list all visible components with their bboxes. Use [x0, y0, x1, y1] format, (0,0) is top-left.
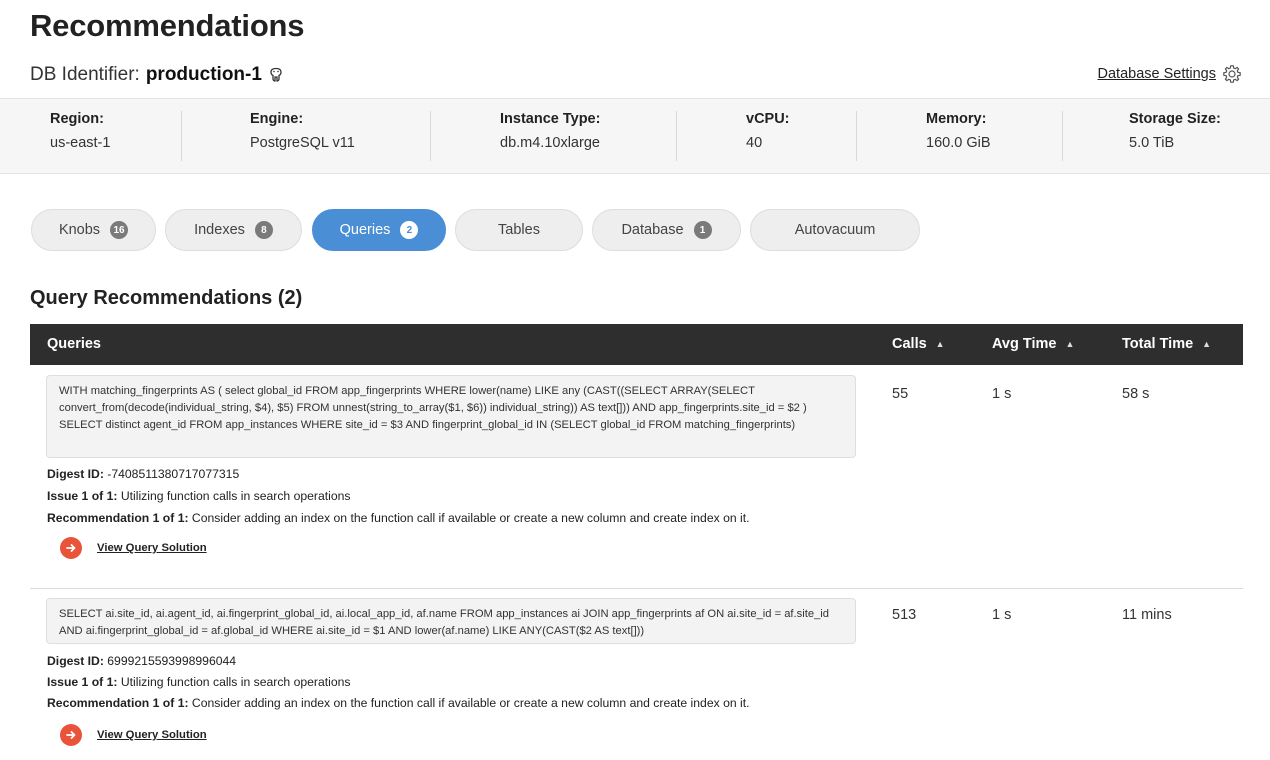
issue-value: Utilizing function calls in search opera… — [120, 489, 351, 503]
tab-indexes[interactable]: Indexes 8 — [165, 209, 302, 251]
tab-knobs[interactable]: Knobs 16 — [31, 209, 156, 251]
tab-label: Indexes — [194, 222, 245, 238]
query-text-box: SELECT ai.site_id, ai.agent_id, ai.finge… — [46, 598, 856, 644]
database-settings[interactable]: Database Settings — [1098, 64, 1243, 84]
column-header-queries: Queries — [47, 336, 101, 352]
digest-id-value: 6999215593998996044 — [107, 654, 237, 668]
tab-tables[interactable]: Tables — [455, 209, 583, 251]
column-header-calls[interactable]: Calls ▲ — [892, 336, 945, 352]
issue-label: Issue 1 of 1: — [47, 489, 118, 503]
view-query-solution-link[interactable]: View Query Solution — [97, 542, 207, 554]
info-value: 160.0 GiB — [926, 135, 991, 151]
calls-value: 55 — [892, 386, 909, 402]
tab-label: Database — [621, 222, 684, 238]
issue-text: Issue 1 of 1: Utilizing function calls i… — [47, 675, 351, 689]
tab-queries[interactable]: Queries 2 — [312, 209, 446, 251]
digest-id: Digest ID: -7408511380717077315 — [47, 467, 239, 481]
tab-database[interactable]: Database 1 — [592, 209, 741, 251]
column-header-avg-time[interactable]: Avg Time ▲ — [992, 336, 1074, 352]
db-identifier: DB Identifier: production-1 — [30, 64, 284, 86]
database-info-bar: Region: us-east-1 Engine: PostgreSQL v11… — [0, 98, 1270, 174]
count-badge: 2 — [400, 221, 419, 239]
info-divider — [676, 111, 677, 161]
gear-icon[interactable] — [1222, 64, 1242, 84]
total-time-value: 11 mins — [1122, 607, 1172, 623]
issue-text: Issue 1 of 1: Utilizing function calls i… — [47, 489, 351, 503]
database-settings-link[interactable]: Database Settings — [1098, 66, 1217, 82]
calls-value: 513 — [892, 607, 917, 623]
tab-autovacuum[interactable]: Autovacuum — [750, 209, 920, 251]
column-header-total-time[interactable]: Total Time ▲ — [1122, 336, 1211, 352]
recommendation-text: Recommendation 1 of 1: Consider adding a… — [47, 696, 750, 710]
table-row: WITH matching_fingerprints AS ( select g… — [30, 365, 1243, 588]
column-header-label: Avg Time — [992, 336, 1057, 352]
recommendation-text: Recommendation 1 of 1: Consider adding a… — [47, 511, 750, 525]
digest-id: Digest ID: 6999215593998996044 — [47, 654, 236, 668]
db-identifier-label: DB Identifier: — [30, 64, 140, 85]
info-value: 5.0 TiB — [1129, 135, 1175, 151]
sort-ascending-icon[interactable]: ▲ — [936, 339, 945, 349]
info-label: Storage Size: — [1129, 111, 1221, 127]
view-query-solution-link[interactable]: View Query Solution — [97, 729, 207, 741]
column-header-label: Queries — [47, 336, 101, 352]
info-label: Memory: — [926, 111, 987, 127]
section-title: Query Recommendations (2) — [30, 287, 303, 309]
info-divider — [856, 111, 857, 161]
sort-ascending-icon[interactable]: ▲ — [1065, 339, 1074, 349]
recommendation-value: Consider adding an index on the function… — [191, 696, 750, 710]
digest-id-value: -7408511380717077315 — [107, 467, 240, 481]
info-value: db.m4.10xlarge — [500, 135, 600, 151]
total-time-value: 58 s — [1122, 386, 1150, 402]
sort-ascending-icon[interactable]: ▲ — [1202, 339, 1211, 349]
recommendation-tabs: Knobs 16 Indexes 8 Queries 2 Tables Data… — [0, 209, 1270, 251]
tab-label: Autovacuum — [794, 222, 876, 238]
info-value: PostgreSQL v11 — [250, 135, 355, 151]
info-instance-type: Instance Type: db.m4.10xlarge — [500, 111, 600, 163]
arrow-right-circle-icon[interactable] — [60, 537, 82, 559]
table-header: Queries Calls ▲ Avg Time ▲ Total Time ▲ — [30, 324, 1243, 365]
recommendation-label: Recommendation 1 of 1: — [47, 696, 189, 710]
info-label: vCPU: — [746, 111, 790, 127]
issue-label: Issue 1 of 1: — [47, 675, 118, 689]
count-badge: 1 — [693, 221, 712, 239]
column-header-label: Total Time — [1122, 336, 1194, 352]
avg-time-value: 1 s — [992, 607, 1012, 623]
info-engine: Engine: PostgreSQL v11 — [250, 111, 355, 163]
issue-value: Utilizing function calls in search opera… — [120, 675, 351, 689]
table-row: SELECT ai.site_id, ai.agent_id, ai.finge… — [30, 589, 1243, 760]
info-value: 40 — [746, 135, 763, 151]
view-query-solution-button[interactable]: View Query Solution — [60, 724, 207, 746]
recommendation-value: Consider adding an index on the function… — [191, 511, 750, 525]
info-vcpu: vCPU: 40 — [746, 111, 790, 163]
column-header-label: Calls — [892, 336, 927, 352]
recommendation-label: Recommendation 1 of 1: — [47, 511, 189, 525]
count-badge: 8 — [254, 221, 273, 239]
page-title: Recommendations — [30, 8, 305, 43]
arrow-right-circle-icon[interactable] — [60, 724, 82, 746]
info-label: Instance Type: — [500, 111, 601, 127]
info-divider — [430, 111, 431, 161]
tab-label: Queries — [339, 222, 391, 238]
query-text-box: WITH matching_fingerprints AS ( select g… — [46, 375, 856, 458]
info-divider — [1062, 111, 1063, 161]
tab-label: Knobs — [58, 222, 101, 238]
postgresql-elephant-icon — [270, 67, 282, 82]
view-query-solution-button[interactable]: View Query Solution — [60, 537, 207, 559]
info-label: Engine: — [250, 111, 304, 127]
db-identifier-value: production-1 — [145, 64, 262, 85]
tab-label: Tables — [498, 222, 540, 238]
info-storage-size: Storage Size: 5.0 TiB — [1129, 111, 1221, 163]
digest-id-label: Digest ID: — [47, 467, 104, 481]
digest-id-label: Digest ID: — [47, 654, 104, 668]
info-divider — [181, 111, 182, 161]
count-badge: 16 — [110, 221, 129, 239]
info-memory: Memory: 160.0 GiB — [926, 111, 991, 163]
info-value: us-east-1 — [50, 135, 111, 151]
avg-time-value: 1 s — [992, 386, 1012, 402]
info-region: Region: us-east-1 — [50, 111, 110, 163]
info-label: Region: — [50, 111, 104, 127]
